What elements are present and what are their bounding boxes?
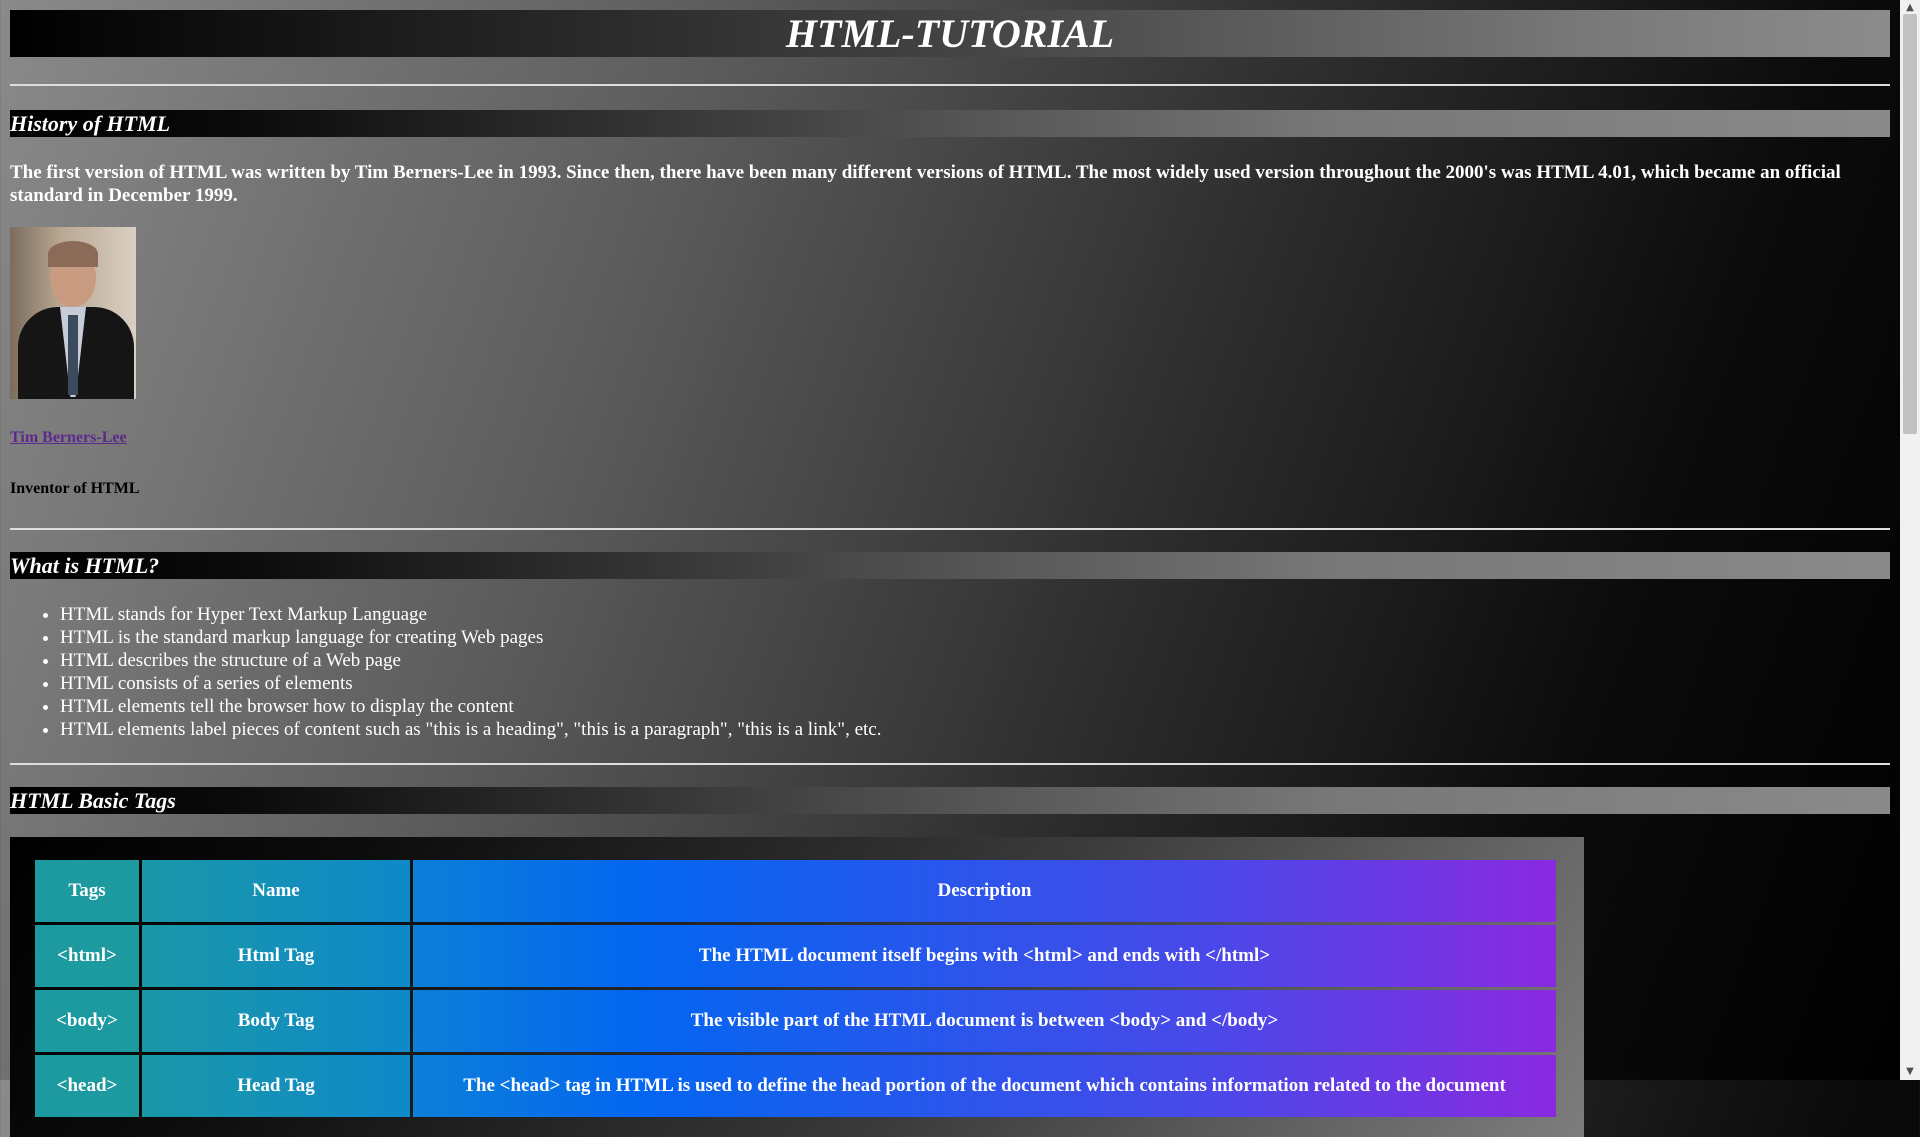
table-cell-name: Head Tag <box>142 1055 410 1117</box>
table-cell-description: The <head> tag in HTML is used to define… <box>413 1055 1556 1117</box>
list-item: HTML elements label pieces of content su… <box>60 718 1890 741</box>
history-heading: History of HTML <box>10 110 1890 137</box>
table-header-row: Tags Name Description <box>35 860 1556 922</box>
photo-caption: Inventor of HTML <box>10 480 140 497</box>
list-item: HTML describes the structure of a Web pa… <box>60 649 1890 672</box>
list-item: HTML stands for Hyper Text Markup Langua… <box>60 603 1890 626</box>
table-cell-name: Html Tag <box>142 925 410 987</box>
table-cell-tag: <head> <box>35 1055 139 1117</box>
list-item: HTML elements tell the browser how to di… <box>60 695 1890 718</box>
column-header-name: Name <box>142 860 410 922</box>
table-cell-name: Body Tag <box>142 990 410 1052</box>
tim-berners-lee-link[interactable]: Tim Berners-Lee <box>10 429 127 447</box>
what-is-html-list: HTML stands for Hyper Text Markup Langua… <box>10 603 1890 741</box>
divider <box>10 84 1890 86</box>
history-paragraph: The first version of HTML was written by… <box>10 162 1841 206</box>
table-row: <body> Body Tag The visible part of the … <box>35 990 1556 1052</box>
basic-tags-table-container: Tags Name Description <html> Html Tag Th… <box>10 837 1584 1137</box>
table-row: <head> Head Tag The <head> tag in HTML i… <box>35 1055 1556 1117</box>
column-header-tags: Tags <box>35 860 139 922</box>
table-row: <html> Html Tag The HTML document itself… <box>35 925 1556 987</box>
what-is-html-heading: What is HTML? <box>10 552 1890 579</box>
list-item: HTML is the standard markup language for… <box>60 626 1890 649</box>
basic-tags-heading: HTML Basic Tags <box>10 787 1890 814</box>
vertical-scrollbar[interactable]: ▲ ▼ <box>1900 0 1920 1080</box>
page-title: HTML-TUTORIAL <box>10 10 1890 57</box>
list-item: HTML consists of a series of elements <box>60 672 1890 695</box>
down-arrow-icon[interactable]: ▼ <box>1900 1064 1920 1080</box>
divider <box>10 763 1890 765</box>
basic-tags-table: Tags Name Description <html> Html Tag Th… <box>32 857 1559 1120</box>
scrollbar-thumb[interactable] <box>1903 14 1917 434</box>
table-cell-tag: <body> <box>35 990 139 1052</box>
table-cell-tag: <html> <box>35 925 139 987</box>
table-cell-description: The visible part of the HTML document is… <box>413 990 1556 1052</box>
tim-berners-lee-photo <box>10 227 136 399</box>
column-header-description: Description <box>413 860 1556 922</box>
divider <box>10 528 1890 530</box>
page-content: HTML-TUTORIAL History of HTML The first … <box>10 0 1890 1137</box>
table-cell-description: The HTML document itself begins with <ht… <box>413 925 1556 987</box>
